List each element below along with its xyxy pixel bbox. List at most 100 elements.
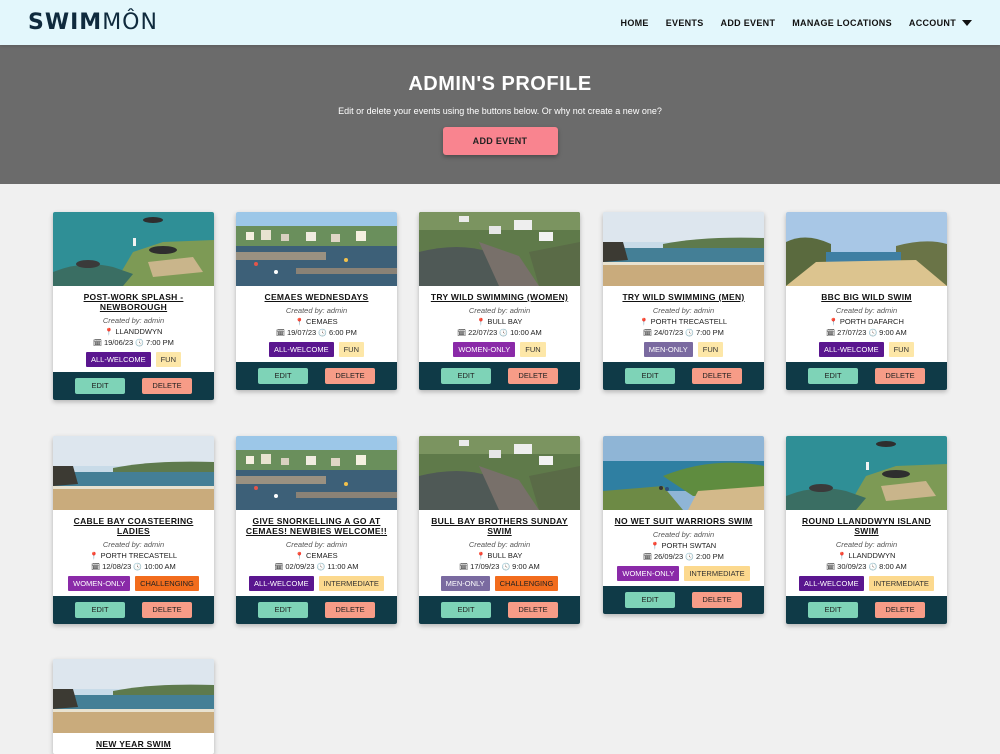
event-tag: CHALLENGING	[135, 576, 199, 591]
event-card: ROUND LLANDDWYN ISLAND SWIM Created by: a…	[786, 436, 947, 624]
edit-button[interactable]: EDIT	[75, 602, 125, 618]
delete-button[interactable]: DELETE	[508, 602, 558, 618]
event-date: 24/07/23	[653, 328, 686, 337]
event-tag: ALL-WELCOME	[268, 342, 334, 357]
event-title[interactable]: TRY WILD SWIMMING (WOMEN)	[425, 292, 574, 302]
event-created-by: Created by: admin	[285, 306, 348, 315]
event-datetime: 🗓 12/08/23 🕓 10:00 AM	[59, 562, 208, 571]
map-pin-icon: 📍	[639, 319, 649, 326]
nav-events[interactable]: EVENTS	[666, 18, 704, 28]
event-tag: MEN-ONLY	[643, 342, 693, 357]
event-title[interactable]: CEMAES WEDNESDAYS	[242, 292, 391, 302]
event-title[interactable]: CABLE BAY COASTEERING LADIES	[59, 516, 208, 536]
event-location: 📍 PORTH TRECASTELL	[609, 317, 758, 326]
event-title[interactable]: NEW YEAR SWIM	[59, 739, 208, 749]
edit-button[interactable]: EDIT	[808, 368, 858, 384]
delete-button[interactable]: DELETE	[142, 602, 192, 618]
event-location-text: LLANDDWYN	[848, 551, 896, 560]
event-tag: FUN	[338, 342, 365, 357]
event-card-actions: EDIT DELETE	[419, 596, 580, 624]
event-title[interactable]: NO WET SUIT WARRIORS SWIM	[609, 516, 758, 526]
delete-button[interactable]: DELETE	[508, 368, 558, 384]
edit-button[interactable]: EDIT	[441, 368, 491, 384]
nav-home[interactable]: HOME	[621, 18, 649, 28]
event-card-actions: EDIT DELETE	[603, 586, 764, 614]
add-event-button[interactable]: ADD EVENT	[442, 127, 558, 155]
event-datetime: 🗓 27/07/23 🕓 9:00 AM	[792, 328, 941, 337]
edit-button[interactable]: EDIT	[808, 602, 858, 618]
event-title[interactable]: POST-WORK SPLASH - NEWBOROUGH	[59, 292, 208, 312]
event-title[interactable]: BBC BIG WILD SWIM	[792, 292, 941, 302]
calendar-icon: 🗓	[457, 330, 467, 337]
event-card-body: NEW YEAR SWIM	[53, 733, 214, 754]
event-date: 17/09/23	[470, 562, 502, 571]
calendar-icon: 🗓	[643, 330, 652, 337]
event-date: 26/09/23	[653, 552, 686, 561]
event-location: 📍 PORTH DAFARCH	[792, 317, 941, 326]
event-location-text: PORTH TRECASTELL	[100, 551, 178, 560]
event-location: 📍 LLANDDWYN	[792, 551, 941, 560]
event-card-actions: EDIT DELETE	[53, 372, 214, 400]
event-card: TRY WILD SWIMMING (WOMEN) Created by: adm…	[419, 212, 580, 390]
delete-button[interactable]: DELETE	[692, 368, 742, 384]
event-tag: FUN	[520, 342, 546, 357]
edit-button[interactable]: EDIT	[258, 602, 308, 618]
event-image	[53, 659, 214, 733]
event-card: NEW YEAR SWIM	[53, 659, 214, 754]
event-date: 30/09/23	[837, 562, 869, 571]
event-title[interactable]: BULL BAY BROTHERS SUNDAY SWIM	[425, 516, 574, 536]
event-card-actions: EDIT DELETE	[236, 596, 397, 624]
event-time: 8:00 AM	[879, 562, 907, 571]
edit-button[interactable]: EDIT	[75, 378, 125, 394]
event-tag: FUN	[888, 342, 915, 357]
calendar-icon: 🗓	[826, 330, 836, 337]
delete-button[interactable]: DELETE	[325, 368, 375, 384]
event-card-body: CEMAES WEDNESDAYS Created by: admin 📍 CEMAE…	[236, 286, 397, 362]
calendar-icon: 🗓	[459, 564, 469, 571]
edit-button[interactable]: EDIT	[625, 592, 675, 608]
edit-button[interactable]: EDIT	[625, 368, 675, 384]
delete-button[interactable]: DELETE	[142, 378, 192, 394]
event-location-text: PORTH DAFARCH	[839, 317, 904, 326]
event-datetime: 🗓 22/07/23 🕓 10:00 AM	[425, 328, 574, 337]
edit-button[interactable]: EDIT	[258, 368, 308, 384]
clock-icon: 🕓	[135, 340, 144, 347]
event-location: 📍 LLANDDWYN	[59, 327, 208, 336]
profile-hero: ADMIN'S PROFILE Edit or delete your even…	[0, 45, 1000, 184]
event-location-text: LLANDDWYN	[115, 327, 163, 336]
nav-manage-locations[interactable]: MANAGE LOCATIONS	[792, 18, 892, 28]
event-card: BBC BIG WILD SWIM Created by: admin 📍 PORTH…	[786, 212, 947, 390]
event-title[interactable]: ROUND LLANDDWYN ISLAND SWIM	[792, 516, 941, 536]
event-title[interactable]: GIVE SNORKELLING A GO AT CEMAES! NEWBIES…	[242, 516, 391, 536]
brand-logo[interactable]: SWIMMÔN	[28, 10, 158, 35]
nav-add-event[interactable]: ADD EVENT	[721, 18, 776, 28]
event-tags: ALL-WELCOME FUN	[242, 342, 391, 357]
event-tag: INTERMEDIATE	[318, 576, 384, 591]
edit-button[interactable]: EDIT	[441, 602, 491, 618]
event-card-actions: EDIT DELETE	[53, 596, 214, 624]
event-tags: ALL-WELCOME INTERMEDIATE	[792, 576, 941, 591]
event-location: 📍 BULL BAY	[425, 317, 574, 326]
event-title[interactable]: TRY WILD SWIMMING (MEN)	[609, 292, 758, 302]
event-image	[419, 212, 580, 286]
event-location-text: BULL BAY	[487, 551, 523, 560]
event-tag: INTERMEDIATE	[684, 566, 750, 581]
event-created-by: Created by: admin	[102, 540, 165, 549]
map-pin-icon: 📍	[476, 553, 486, 560]
event-card-body: POST-WORK SPLASH - NEWBOROUGH Created by:…	[53, 286, 214, 372]
event-time: 7:00 PM	[145, 338, 174, 347]
map-pin-icon: 📍	[295, 319, 305, 326]
nav-account[interactable]: ACCOUNT	[909, 18, 972, 28]
event-location: 📍 CEMAES	[242, 317, 391, 326]
event-datetime: 🗓 30/09/23 🕓 8:00 AM	[792, 562, 941, 571]
delete-button[interactable]: DELETE	[325, 602, 375, 618]
delete-button[interactable]: DELETE	[692, 592, 742, 608]
event-tags: ALL-WELCOME INTERMEDIATE	[242, 576, 391, 591]
nav-account-label: ACCOUNT	[908, 17, 956, 28]
map-pin-icon: 📍	[476, 319, 486, 326]
event-tag: FUN	[155, 352, 182, 367]
delete-button[interactable]: DELETE	[875, 602, 925, 618]
delete-button[interactable]: DELETE	[875, 368, 925, 384]
event-location: 📍 BULL BAY	[425, 551, 574, 560]
event-tags: MEN-ONLY FUN	[609, 342, 758, 357]
